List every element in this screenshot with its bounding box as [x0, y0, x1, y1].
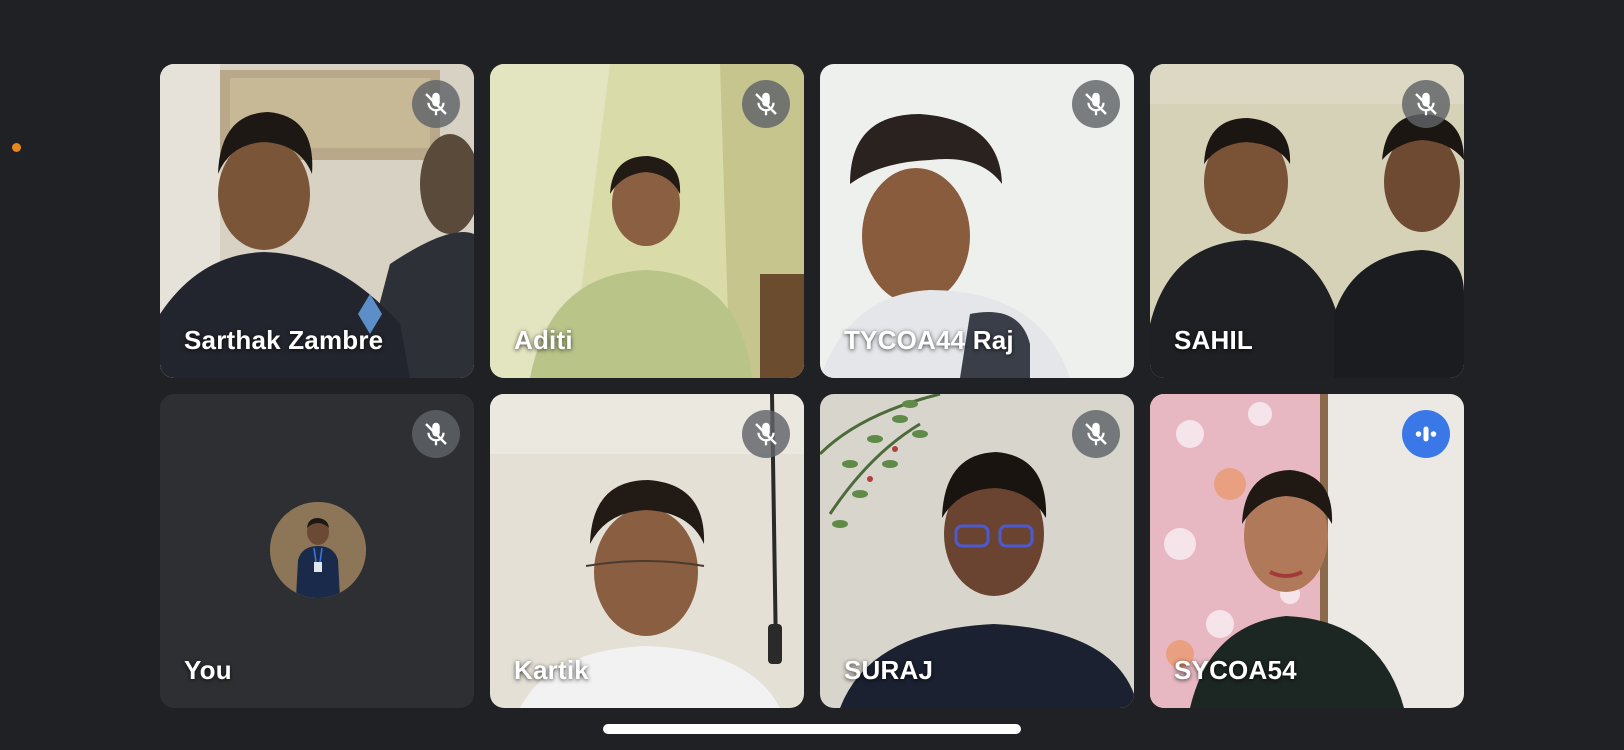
mic-muted-badge: [1072, 80, 1120, 128]
participant-tile[interactable]: Kartik: [490, 394, 804, 708]
participant-name: SAHIL: [1174, 325, 1253, 355]
mic-muted-badge: [742, 80, 790, 128]
self-tile[interactable]: You: [160, 394, 474, 708]
participant-tile[interactable]: SYCOA54: [1150, 394, 1464, 708]
mic-off-icon: [1085, 422, 1107, 446]
mic-muted-badge: [412, 410, 460, 458]
participant-name: TYCOA44 Raj: [844, 325, 1014, 355]
mic-off-icon: [755, 92, 777, 116]
mic-off-icon: [1415, 92, 1437, 116]
mic-off-icon: [1085, 92, 1107, 116]
participant-grid: Sarthak Zambre Aditi TYCOA44 Raj SAHIL Y…: [160, 64, 1464, 708]
status-indicator-dot: [12, 143, 21, 152]
speaking-badge: [1402, 410, 1450, 458]
participant-tile[interactable]: SURAJ: [820, 394, 1134, 708]
participant-name: Kartik: [514, 655, 589, 685]
avatar: [270, 502, 366, 598]
participant-name: You: [184, 655, 232, 685]
participant-tile[interactable]: TYCOA44 Raj: [820, 64, 1134, 378]
avatar-photo: [270, 502, 366, 598]
participant-tile[interactable]: Aditi: [490, 64, 804, 378]
participant-name: Aditi: [514, 325, 573, 355]
mic-muted-badge: [1072, 410, 1120, 458]
participant-tile[interactable]: Sarthak Zambre: [160, 64, 474, 378]
participant-tile[interactable]: SAHIL: [1150, 64, 1464, 378]
home-indicator-bar[interactable]: [603, 724, 1021, 734]
audio-level-icon: [1415, 426, 1437, 442]
mic-muted-badge: [412, 80, 460, 128]
participant-name: SURAJ: [844, 655, 934, 685]
mic-off-icon: [755, 422, 777, 446]
meeting-screen: Sarthak Zambre Aditi TYCOA44 Raj SAHIL Y…: [0, 0, 1624, 750]
participant-name: SYCOA54: [1174, 655, 1297, 685]
mic-off-icon: [425, 422, 447, 446]
participant-name: Sarthak Zambre: [184, 325, 384, 355]
mic-muted-badge: [742, 410, 790, 458]
mic-muted-badge: [1402, 80, 1450, 128]
mic-off-icon: [425, 92, 447, 116]
